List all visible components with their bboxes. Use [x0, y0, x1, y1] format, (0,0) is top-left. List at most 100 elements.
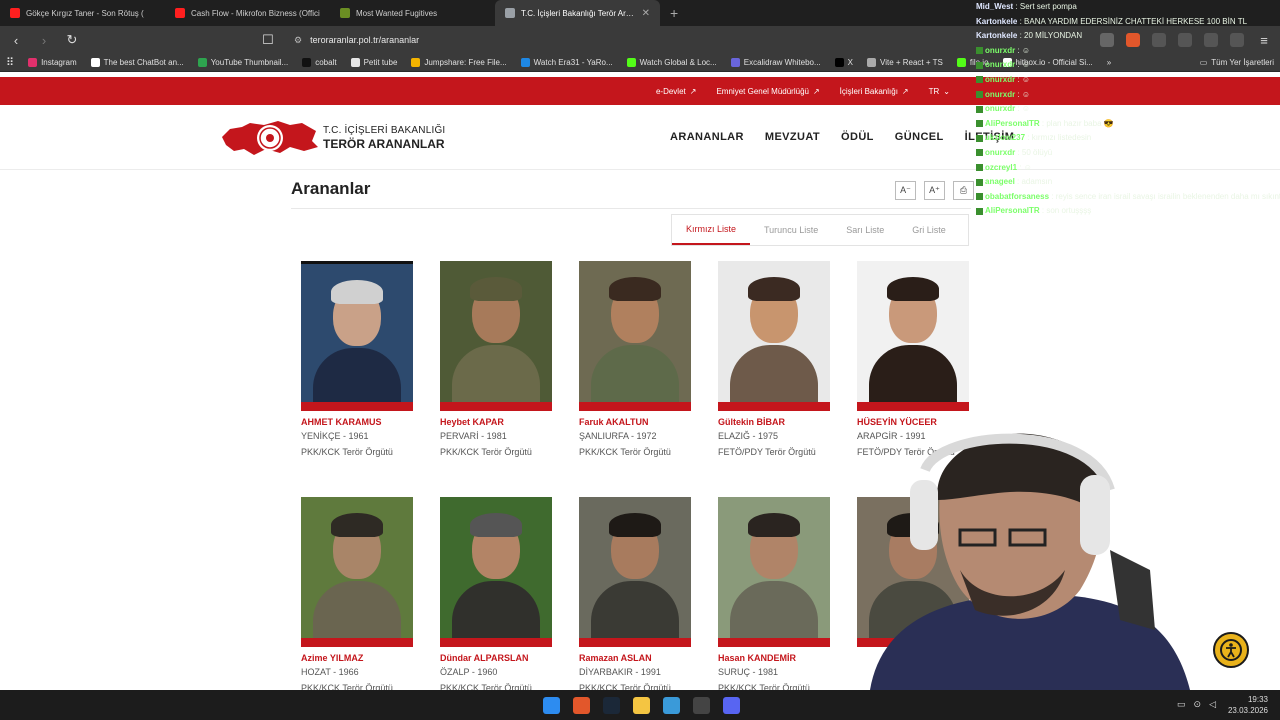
- wanted-photo[interactable]: [440, 261, 552, 411]
- wanted-photo[interactable]: [440, 497, 552, 647]
- browser-tab[interactable]: T.C. İçişleri Bakanlığı Terör Aranan ✕: [495, 0, 660, 26]
- bookmark-label: Watch Era31 - YaRo...: [533, 58, 613, 67]
- volume-icon[interactable]: ◁: [1209, 699, 1216, 710]
- browser-tab[interactable]: Cash Flow - Mikrofon Bizness (Offici: [165, 0, 330, 26]
- wanted-photo[interactable]: [579, 261, 691, 411]
- font-increase-button[interactable]: A⁺: [924, 181, 945, 200]
- wanted-birthplace-year: HOZAT - 1966: [301, 667, 359, 677]
- files-icon[interactable]: [633, 697, 650, 714]
- back-icon[interactable]: ‹: [8, 33, 24, 48]
- chat-message: Kartonkele : 20 MİLYONDAN: [976, 29, 1280, 44]
- list-tab[interactable]: Gri Liste: [898, 215, 960, 245]
- chat-separator: :: [1049, 191, 1056, 201]
- photo-hair: [887, 277, 939, 301]
- list-tab[interactable]: Turuncu Liste: [750, 215, 832, 245]
- bookmark-item[interactable]: Jumpshare: Free File...: [411, 58, 507, 67]
- wanted-photo[interactable]: [301, 497, 413, 647]
- bookmark-item[interactable]: Instagram: [28, 58, 77, 67]
- chat-username: onurxdr: [985, 147, 1016, 157]
- font-decrease-button[interactable]: A⁻: [895, 181, 916, 200]
- bookmark-icon[interactable]: ☐: [260, 32, 276, 48]
- reload-icon[interactable]: ↻: [64, 32, 80, 48]
- photo-red-strip: [718, 402, 830, 411]
- clock-time: 19:33: [1247, 695, 1268, 704]
- topbar-link[interactable]: e-Devlet ↗: [656, 87, 697, 96]
- chat-separator: :: [1015, 74, 1022, 84]
- bookmark-item[interactable]: Watch Global & Loc...: [626, 58, 717, 67]
- list-tab[interactable]: Sarı Liste: [832, 215, 898, 245]
- bookmark-item[interactable]: YouTube Thumbnail...: [197, 58, 288, 67]
- chat-message: anageel : adamsın: [976, 175, 1280, 190]
- wanted-card[interactable]: Dündar ALPARSLAN ÖZALP - 1960 PKK/KCK Terö…: [440, 497, 552, 693]
- steam-icon[interactable]: [603, 697, 620, 714]
- accessibility-button[interactable]: [1213, 632, 1249, 668]
- discord-icon[interactable]: [723, 697, 740, 714]
- topbar-link-label: e-Devlet: [655, 86, 686, 96]
- chat-badge-icon: [976, 120, 983, 128]
- bookmark-item[interactable]: Vite + React + TS: [867, 58, 943, 67]
- bookmark-label: The best ChatBot an...: [103, 58, 184, 67]
- windows-icon[interactable]: [543, 697, 560, 714]
- site-logo-text[interactable]: T.C. İÇİŞLERİ BAKANLIĞI TERÖR ARANANLAR: [323, 125, 445, 151]
- stream-chat-overlay: Mid_West : Sert sert pompa Kartonkele : B…: [976, 0, 1280, 230]
- nav-item[interactable]: ÖDÜL: [841, 131, 874, 143]
- wanted-photo[interactable]: [301, 261, 413, 411]
- chat-badge-icon: [976, 47, 983, 55]
- bookmark-favicon-icon: [90, 58, 100, 67]
- chat-separator: :: [1015, 89, 1022, 99]
- bookmark-favicon-icon: [197, 58, 207, 67]
- bookmark-item[interactable]: X: [834, 58, 853, 67]
- system-tray[interactable]: ▭ ⊙ ◁: [1177, 699, 1216, 710]
- forward-icon[interactable]: ›: [36, 33, 52, 48]
- nav-item[interactable]: GÜNCEL: [895, 131, 944, 143]
- topbar-link[interactable]: Emniyet Genel Müdürlüğü ↗: [716, 87, 819, 96]
- bookmark-label: X: [847, 58, 853, 67]
- bookmark-item[interactable]: Watch Era31 - YaRo...: [520, 58, 613, 67]
- wanted-card[interactable]: Heybet KAPAR PERVARİ - 1981 PKK/KCK Terör …: [440, 261, 552, 457]
- topbar-link[interactable]: TR ⌄: [929, 87, 950, 96]
- wanted-card[interactable]: HÜSEYİN YÜCEER ARAPGİR - 1991 FETÖ/PDY Ter…: [857, 261, 969, 457]
- chat-message: onurxdr : ☺: [976, 58, 1280, 73]
- close-icon[interactable]: ✕: [642, 8, 650, 19]
- chat-text: kırmızı listedesin: [1031, 133, 1092, 143]
- bookmark-item[interactable]: The best ChatBot an...: [90, 58, 184, 67]
- clock-date: 23.03.2026: [1227, 706, 1268, 715]
- print-button[interactable]: ⎙: [953, 181, 974, 200]
- brave-icon[interactable]: [573, 697, 590, 714]
- os-taskbar: ▭ ⊙ ◁ 19:33 23.03.2026: [0, 690, 1280, 720]
- wanted-name: Dündar ALPARSLAN: [440, 653, 529, 663]
- tray-icon[interactable]: ▭: [1177, 699, 1186, 710]
- nav-item[interactable]: ARANANLAR: [670, 131, 744, 143]
- chat-username: anageel: [985, 177, 1015, 187]
- wanted-card[interactable]: Ramazan ASLAN DİYARBAKIR - 1991 PKK/KCK Te…: [579, 497, 691, 693]
- wanted-card[interactable]: Gültekin BİBAR ELAZIĞ - 1975 FETÖ/PDY Terö…: [718, 261, 830, 457]
- new-tab-button[interactable]: +: [660, 5, 688, 21]
- nav-item[interactable]: MEVZUAT: [765, 131, 820, 143]
- external-link-icon: ↗: [812, 86, 820, 96]
- tab-favicon-icon: [340, 8, 350, 18]
- address-field[interactable]: ⚙ teroraranlar.pol.tr/arananlar: [288, 29, 1088, 51]
- turkey-map-logo[interactable]: [220, 117, 320, 159]
- clock[interactable]: 19:33 23.03.2026: [1228, 694, 1268, 716]
- wanted-photo[interactable]: [579, 497, 691, 647]
- site-info-icon[interactable]: ⚙: [294, 35, 302, 46]
- photos-icon[interactable]: [663, 697, 680, 714]
- browser-tab[interactable]: Most Wanted Fugitives: [330, 0, 495, 26]
- topbar-link-label: Emniyet Genel Müdürlüğü: [716, 86, 809, 96]
- photo-red-strip: [440, 402, 552, 411]
- topbar-link[interactable]: İçişleri Bakanlığı ↗: [840, 87, 909, 96]
- wanted-photo[interactable]: [857, 261, 969, 411]
- browser-tab[interactable]: Gökçe Kırgız Taner - Son Rötuş (: [0, 0, 165, 26]
- obs-icon[interactable]: [693, 697, 710, 714]
- wanted-photo[interactable]: [718, 261, 830, 411]
- chat-username: Kartonkele: [976, 16, 1018, 26]
- bookmark-item[interactable]: cobalt: [302, 58, 337, 67]
- bookmark-item[interactable]: Excalidraw Whitebo...: [730, 58, 821, 67]
- network-icon[interactable]: ⊙: [1194, 699, 1202, 710]
- wanted-card[interactable]: Faruk AKALTUN ŞANLIURFA - 1972 PKK/KCK Ter…: [579, 261, 691, 457]
- list-tab[interactable]: Kırmızı Liste: [672, 215, 751, 245]
- bookmark-item[interactable]: Petit tube: [350, 58, 397, 67]
- wanted-card[interactable]: AHMET KARAMUS YENİKÇE - 1961 PKK/KCK Terör…: [301, 261, 413, 457]
- wanted-card[interactable]: Azime YILMAZ HOZAT - 1966 PKK/KCK Terör Ör…: [301, 497, 413, 693]
- apps-icon[interactable]: ⠿: [6, 56, 14, 69]
